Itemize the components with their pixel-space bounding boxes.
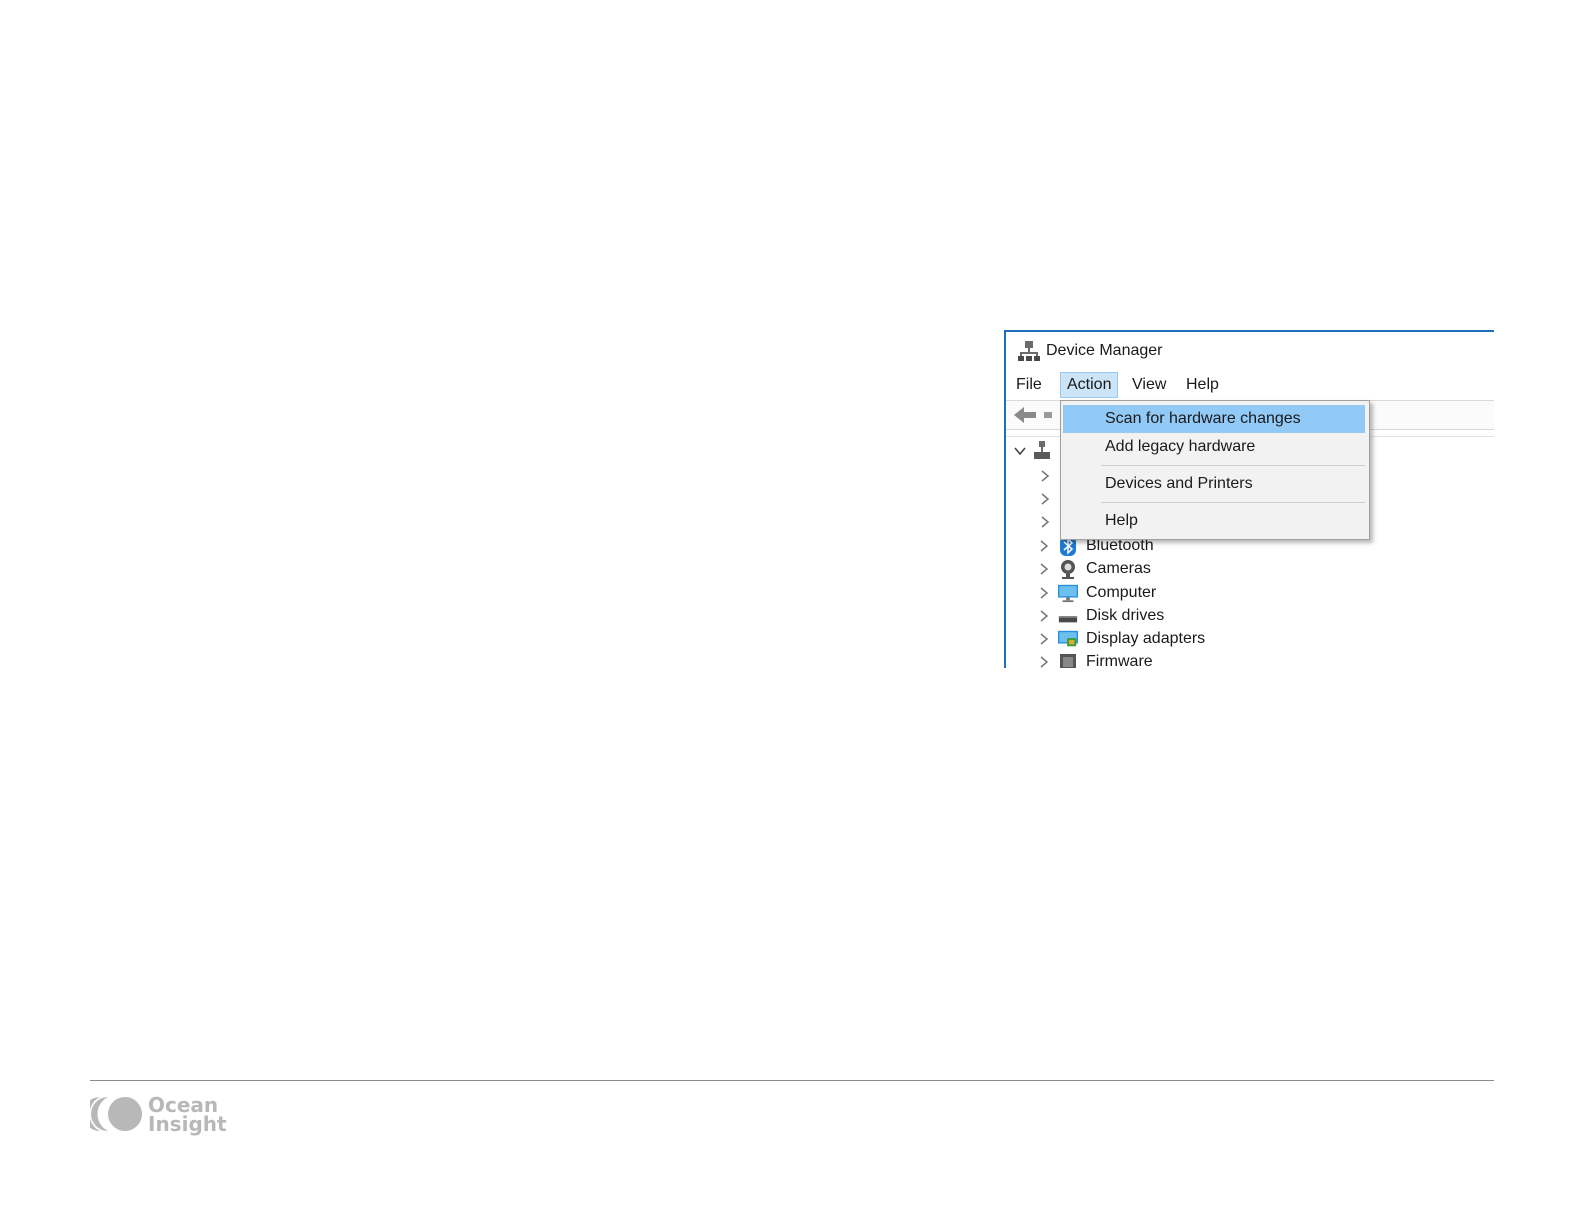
chevron-right-icon[interactable] xyxy=(1038,558,1050,580)
menu-item-devices-printers[interactable]: Devices and Printers xyxy=(1063,470,1365,498)
menu-action[interactable]: Action xyxy=(1060,372,1119,398)
menu-view[interactable]: View xyxy=(1126,372,1172,398)
tree-node-disk-drives[interactable]: Disk drives xyxy=(1030,605,1330,627)
title-bar: Device Manager xyxy=(1006,332,1494,370)
chevron-right-icon[interactable] xyxy=(1038,582,1050,604)
action-dropdown-menu: Scan for hardware changes Add legacy har… xyxy=(1060,400,1370,540)
tree-node-label: Computer xyxy=(1086,584,1157,601)
chevron-down-icon[interactable] xyxy=(1014,445,1026,457)
disk-drive-icon xyxy=(1058,616,1078,623)
ocean-insight-logo: Ocean Insight xyxy=(90,1093,240,1137)
ocean-insight-logo-mark-icon xyxy=(90,1097,142,1131)
menu-separator xyxy=(1101,502,1365,503)
display-adapter-icon xyxy=(1058,630,1078,647)
tree-node-computer[interactable]: Computer xyxy=(1030,582,1330,604)
menu-file[interactable]: File xyxy=(1010,372,1048,398)
tree-node-label: Disk drives xyxy=(1086,607,1165,624)
tree-node-display-adapters[interactable]: Display adapters xyxy=(1030,628,1330,650)
tree-node-label: Firmware xyxy=(1086,653,1153,668)
menu-help[interactable]: Help xyxy=(1180,372,1225,398)
chevron-right-icon[interactable] xyxy=(1040,515,1050,529)
window-title: Device Manager xyxy=(1046,342,1163,359)
chevron-right-icon[interactable] xyxy=(1038,651,1050,668)
monitor-icon xyxy=(1058,584,1078,603)
menu-item-scan-hardware[interactable]: Scan for hardware changes xyxy=(1063,405,1365,433)
chevron-right-icon[interactable] xyxy=(1038,535,1050,557)
tree-node-label: Display adapters xyxy=(1086,630,1206,647)
menu-bar: File Action View Help xyxy=(1006,370,1494,400)
computer-tree-icon xyxy=(1034,441,1050,459)
tree-node-label: Cameras xyxy=(1086,560,1151,577)
logo-text-insight: Insight xyxy=(148,1112,227,1136)
tree-node-firmware[interactable]: Firmware xyxy=(1030,651,1330,668)
tree-node-cameras[interactable]: Cameras xyxy=(1030,558,1330,580)
forward-arrow-icon[interactable] xyxy=(1044,412,1052,418)
camera-icon xyxy=(1061,560,1075,579)
chevron-right-icon[interactable] xyxy=(1040,469,1050,483)
chevron-right-icon[interactable] xyxy=(1038,605,1050,627)
computer-tree-icon xyxy=(1018,341,1040,361)
menu-separator xyxy=(1101,465,1365,466)
chevron-right-icon[interactable] xyxy=(1038,628,1050,650)
menu-item-help[interactable]: Help xyxy=(1063,507,1365,535)
back-arrow-icon[interactable] xyxy=(1014,406,1038,424)
footer-divider xyxy=(90,1080,1494,1081)
chevron-right-icon[interactable] xyxy=(1040,492,1050,506)
menu-item-add-legacy-hardware[interactable]: Add legacy hardware xyxy=(1063,433,1365,461)
firmware-icon xyxy=(1060,654,1076,668)
